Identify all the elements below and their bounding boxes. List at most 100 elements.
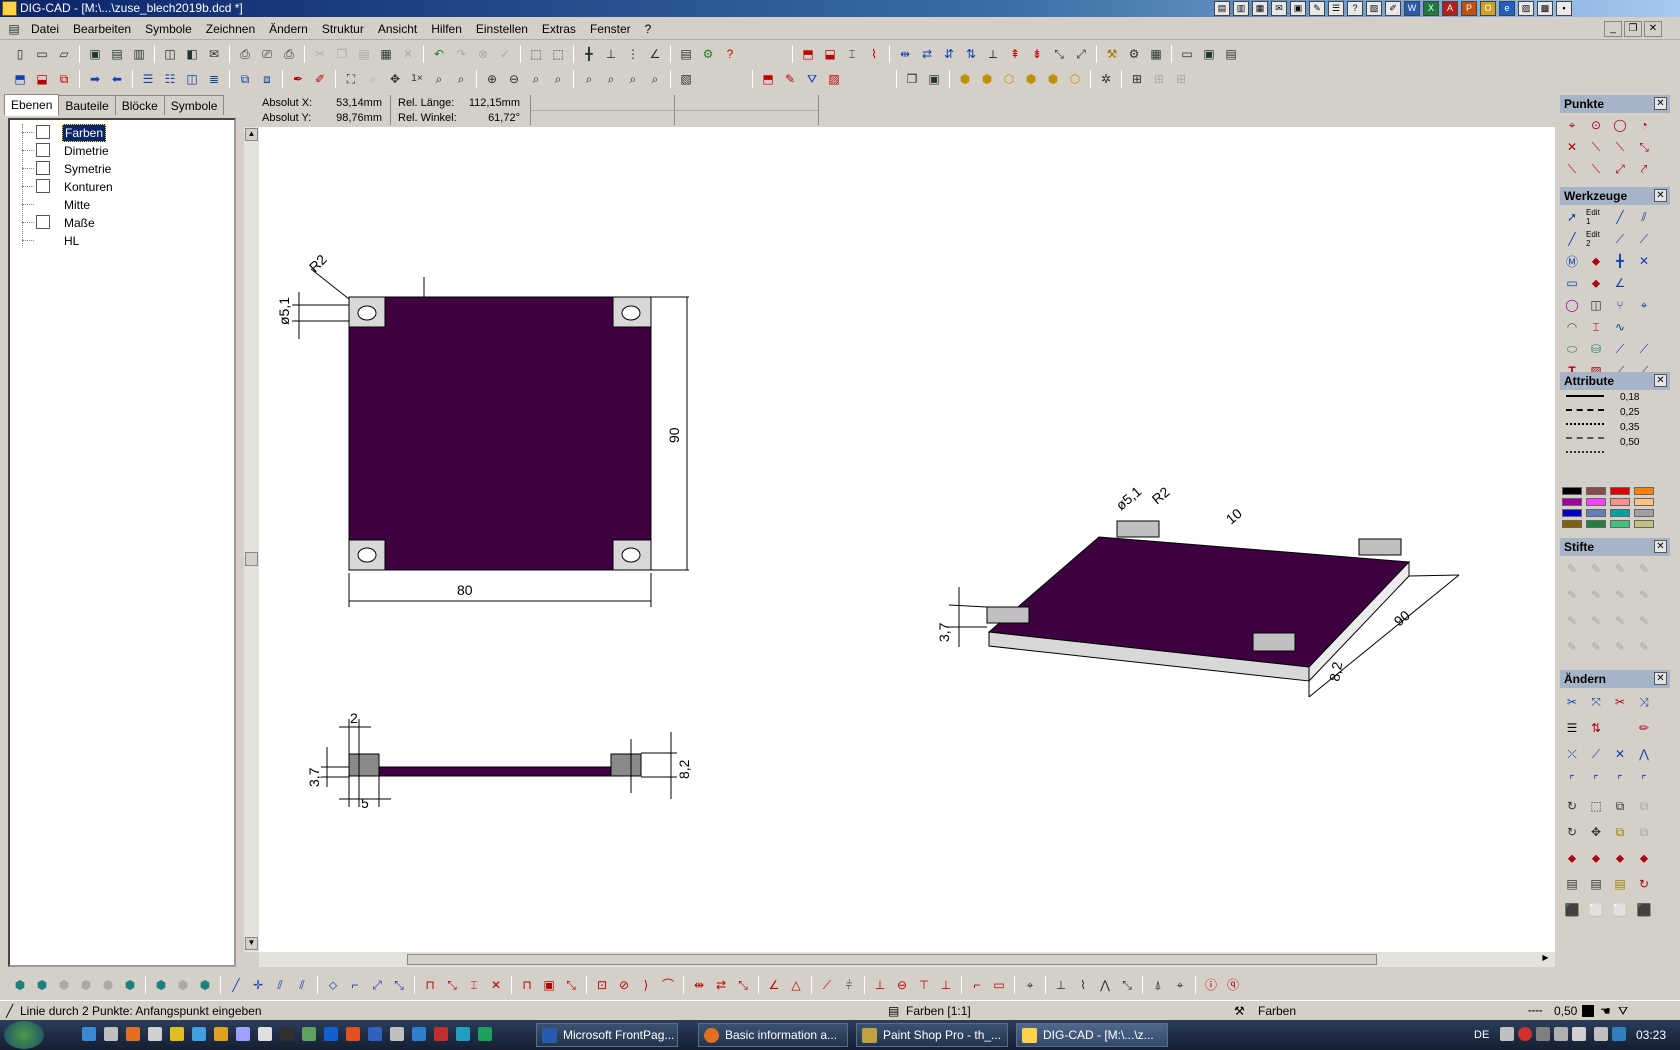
weld-3-icon[interactable]: ⋀ (1095, 975, 1115, 995)
align-icon[interactable]: ☷ (160, 69, 180, 89)
quicklaunch-icon[interactable] (236, 1027, 250, 1041)
scroll-down-icon[interactable]: ▼ (245, 937, 258, 950)
block-icon-4[interactable]: ⬢ (1021, 69, 1041, 89)
minimize-button[interactable]: _ (1604, 21, 1622, 37)
dim-tool-icon[interactable]: ⇹ (689, 975, 709, 995)
diagonal-2-icon[interactable]: ⤡ (389, 975, 409, 995)
doc-edit-icon[interactable]: ▤ (1562, 874, 1582, 894)
print-icon[interactable]: ⎙ (235, 44, 255, 64)
quicklaunch-icon[interactable] (192, 1027, 206, 1041)
cylinder-icon[interactable]: ⛁ (1586, 339, 1606, 359)
pen-icon[interactable]: ✎ (1562, 559, 1582, 579)
tray-icon[interactable] (1572, 1027, 1586, 1041)
cube-3d-icon[interactable]: ⬢ (10, 975, 30, 995)
ellipse-icon[interactable]: ⬭ (1562, 339, 1582, 359)
close-icon[interactable]: ✕ (1654, 672, 1667, 685)
undo-icon[interactable]: ↶ (429, 44, 449, 64)
symbol-icon-2[interactable]: ⬓ (820, 44, 840, 64)
copy-layer-icon[interactable]: ❐ (902, 69, 922, 89)
pen-icon[interactable]: ✎ (1562, 611, 1582, 631)
fillet-3-icon[interactable]: ⌜ (1610, 770, 1630, 790)
mail-icon[interactable]: ✉ (1271, 1, 1287, 16)
dimension-icon-3[interactable]: ⇵ (939, 44, 959, 64)
zoom-prev-icon[interactable]: ⌕ (526, 69, 546, 89)
dimension-icon-1[interactable]: ⇹ (895, 44, 915, 64)
mirror-icon[interactable]: ⇅ (1586, 718, 1606, 738)
pen-icon[interactable]: ✎ (1610, 559, 1630, 579)
zigzag-icon[interactable]: ⋀ (1634, 744, 1654, 764)
pencil-icon[interactable]: ✏ (1634, 718, 1654, 738)
tray-icon[interactable] (1536, 1027, 1550, 1041)
tab-symbole[interactable]: Symbole (163, 95, 225, 115)
pen-icon[interactable]: ✎ (1610, 611, 1630, 631)
pan-icon[interactable]: ✥ (385, 69, 405, 89)
outlook-icon[interactable]: O (1480, 1, 1496, 16)
color-swatch-0[interactable] (1562, 487, 1582, 495)
layer-up-icon[interactable]: ⬒ (10, 69, 30, 89)
cube-2-icon[interactable]: ⬜ (1610, 900, 1630, 920)
dimension-icon-5[interactable]: ⟂ (983, 44, 1003, 64)
zoom-window-icon[interactable]: ⌕ (363, 69, 383, 89)
zoom-1x-icon[interactable]: 1× (407, 69, 427, 89)
task-firefox[interactable]: Basic information a... (698, 1023, 848, 1047)
menu-symbole[interactable]: Symbole (138, 18, 199, 40)
weld-icon[interactable]: ⊥ (1051, 975, 1071, 995)
close-icon[interactable]: ✕ (1654, 97, 1667, 110)
tray-icon[interactable] (1518, 1027, 1532, 1041)
quicklaunch-icon[interactable] (368, 1027, 382, 1041)
zoom-page-icon[interactable]: ⌕ (601, 69, 621, 89)
select-area-icon[interactable]: ⬚ (526, 44, 546, 64)
new-file-icon[interactable]: ▯ (10, 44, 30, 64)
disabled-tool-icon[interactable]: ⧉ (1634, 796, 1654, 816)
paste-layer-icon[interactable]: ▣ (924, 69, 944, 89)
measure-icon[interactable]: ⊓ (420, 975, 440, 995)
doc-add-icon[interactable]: ▤ (1586, 874, 1606, 894)
tangent-point-icon[interactable]: ◔ (1634, 115, 1654, 135)
cancel-icon[interactable]: ⊗ (473, 44, 493, 64)
split-line-icon[interactable]: ⤫ (1562, 744, 1582, 764)
dimension-icon-2[interactable]: ⇄ (917, 44, 937, 64)
line-multi-icon[interactable]: ⫽ (292, 975, 312, 995)
menu-help[interactable]: ? (638, 18, 659, 40)
line-tangent-icon[interactable]: ⟋ (1634, 229, 1654, 249)
line-parallel-icon[interactable]: ⫽ (270, 975, 290, 995)
extend-icon[interactable]: ⤧ (1586, 692, 1606, 712)
tray-icon[interactable] (1500, 1027, 1514, 1041)
zoom-area-icon[interactable]: ⌕ (623, 69, 643, 89)
weld-2-icon[interactable]: ⌇ (1073, 975, 1093, 995)
diagonal-icon[interactable]: ⤢ (367, 975, 387, 995)
select-window-icon[interactable]: ⬚ (548, 44, 568, 64)
table-icon[interactable]: ▦ (1146, 44, 1166, 64)
dimension-icon-6[interactable]: ⇞ (1005, 44, 1025, 64)
text-frame-icon[interactable]: ⌶ (1586, 317, 1606, 337)
paste-icon[interactable]: ▤ (354, 44, 374, 64)
linetype-dashdot[interactable] (1566, 437, 1604, 439)
symbol-icon-1[interactable]: ⬒ (798, 44, 818, 64)
pen-icon[interactable]: ✎ (1562, 637, 1582, 657)
color-swatch-12[interactable] (1562, 520, 1582, 528)
edit-1-button[interactable]: Edit 1 (1586, 207, 1606, 227)
block-icon-5[interactable]: ⬢ (1043, 69, 1063, 89)
restore-button[interactable]: ❐ (1624, 21, 1642, 37)
tools-icon-1[interactable]: ⚒ (1102, 44, 1122, 64)
line-icon[interactable]: ╱ (226, 975, 246, 995)
note-icon[interactable]: ▧ (1366, 1, 1382, 16)
frame-2-icon[interactable]: ▣ (539, 975, 559, 995)
color-swatch-14[interactable] (1610, 520, 1630, 528)
task-digcad[interactable]: DIG-CAD - [M:\...\z... (1016, 1023, 1168, 1047)
cut-icon[interactable]: ✂ (310, 44, 330, 64)
array-icon-3[interactable]: ⊞ (1171, 69, 1191, 89)
printer-icon[interactable]: ▦ (1252, 1, 1268, 16)
trim-icon[interactable]: ✂ (1562, 692, 1582, 712)
redo-icon[interactable]: ↷ (451, 44, 471, 64)
layer-icon[interactable]: ▤ (676, 44, 696, 64)
dimension-icon-7[interactable]: ⇟ (1027, 44, 1047, 64)
rotate-copy-icon[interactable]: ↻ (1562, 822, 1582, 842)
stack-icon[interactable]: ☰ (138, 69, 158, 89)
layer-3d-icon[interactable]: ⬢ (151, 975, 171, 995)
vertical-scrollbar[interactable]: ▲ ▼ (244, 127, 259, 952)
fill-icon[interactable]: ⛛ (802, 69, 822, 89)
zoom-in-icon[interactable]: ⊕ (482, 69, 502, 89)
quicklaunch-icon[interactable] (126, 1027, 140, 1041)
copy-move-icon[interactable]: ⧉ (1610, 822, 1630, 842)
